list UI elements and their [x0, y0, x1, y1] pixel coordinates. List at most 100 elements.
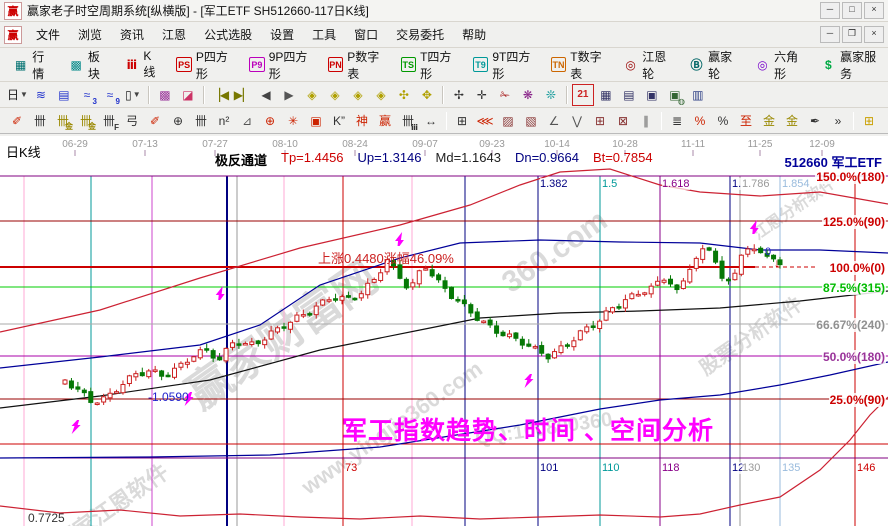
mdi-minimize-button[interactable]: ─ [820, 26, 840, 43]
t-number-button[interactable]: TNT数字表 [544, 43, 614, 87]
t-square-button-label: T四方形 [420, 48, 457, 82]
gann-wheel-button[interactable]: ◎江恩轮 [616, 43, 680, 87]
grid-tool-2[interactable]: 卌 [190, 110, 212, 132]
zigzag-tool[interactable]: ⋁ [566, 110, 588, 132]
quotes-button[interactable]: ▦行情 [6, 43, 60, 87]
measure-icon[interactable]: ✁ [494, 84, 516, 106]
winner-wheel-button[interactable]: Ⓑ赢家轮 [682, 43, 746, 87]
ratio-label: 1.382 [540, 178, 568, 190]
fib-grid-tool-sub: F [114, 123, 119, 132]
mdi-restore-button[interactable]: ❐ [842, 26, 862, 43]
minimize-button[interactable]: ─ [820, 2, 840, 19]
candle-body [63, 380, 67, 384]
gold-level-tool[interactable]: 金 [781, 110, 803, 132]
percent-level-tool[interactable]: 至 [735, 110, 757, 132]
angle-tool[interactable]: ⊿ [236, 110, 258, 132]
menu-资讯[interactable]: 资讯 [111, 23, 153, 46]
trend-scribble-icon[interactable]: ≋ [30, 84, 52, 106]
hexagon-button[interactable]: ◎六角形 [748, 43, 812, 87]
stock-swap-icon[interactable]: ▩ [154, 84, 176, 106]
first-bar-button[interactable]: ▕◀ [209, 84, 231, 106]
gann-circle-tool[interactable]: ⊕ [259, 110, 281, 132]
wave-9-icon[interactable]: ≈9 [99, 84, 121, 106]
save-icon[interactable]: ▣ [641, 84, 663, 106]
shaded-box-tool-2[interactable]: ▧ [520, 110, 542, 132]
next-bar-button[interactable]: ▶ [278, 84, 300, 106]
winner-service-button[interactable]: $赢家服务 [814, 43, 888, 87]
kline-button[interactable]: ⅲK线 [117, 44, 167, 85]
more-tools-chevron[interactable]: » [827, 110, 849, 132]
candles-icon: ⅲ [124, 57, 139, 73]
pan-hand-icon[interactable]: ✢ [448, 84, 470, 106]
percent-line-tool[interactable]: % [689, 110, 711, 132]
square-number-tool[interactable]: n² [213, 110, 235, 132]
count-grid-tool[interactable]: 卌ⅲ [397, 110, 419, 132]
ink-pen-tool[interactable]: ✒ [804, 110, 826, 132]
prev-bar-button[interactable]: ◀ [255, 84, 277, 106]
calendar-21-icon[interactable]: 21 [572, 84, 594, 106]
grid-tool[interactable]: 卌 [29, 110, 51, 132]
fan-lines-tool[interactable]: ⋘ [474, 110, 496, 132]
zoom-diamond-v-icon[interactable]: ◈ [370, 84, 392, 106]
sectors-button[interactable]: ▩板块 [62, 43, 116, 87]
candle-body [553, 352, 557, 358]
shen-tool[interactable]: 神 [351, 110, 373, 132]
spiral-tool[interactable]: 弓 [121, 110, 143, 132]
t-square-button[interactable]: TST四方形 [394, 43, 464, 87]
print-icon[interactable]: ▥ [687, 84, 709, 106]
last-bar-button[interactable]: ▶▏ [232, 84, 254, 106]
kline-mark-tool[interactable]: K” [328, 110, 350, 132]
mdi-close-button[interactable]: × [864, 26, 884, 43]
crosshair-icon[interactable]: ✛ [471, 84, 493, 106]
zoom-diamond-expand-icon[interactable]: ✥ [416, 84, 438, 106]
shaded-box-tool[interactable]: ▨ [497, 110, 519, 132]
price-grid-tool[interactable]: ⊞ [589, 110, 611, 132]
gold-section-tool[interactable]: 金 [758, 110, 780, 132]
zoom-diamond-left-icon[interactable]: ◈ [301, 84, 323, 106]
price-grid-tool-2[interactable]: ⊠ [612, 110, 634, 132]
cycle-tools-icon[interactable]: ❊ [540, 84, 562, 106]
trend-lines-tool[interactable]: ∠ [543, 110, 565, 132]
9p-square-button[interactable]: P99P四方形 [242, 43, 319, 87]
pen-tool-2[interactable]: ✐ [144, 110, 166, 132]
ying-tool[interactable]: 赢 [374, 110, 396, 132]
date-label: 09-07 [412, 139, 438, 150]
gold-grid-tool-2[interactable]: 卌金 [75, 110, 97, 132]
zoom-diamond-h-icon[interactable]: ◈ [347, 84, 369, 106]
report-icon[interactable]: ▤ [618, 84, 640, 106]
square-spiral-tool[interactable]: ▣ [305, 110, 327, 132]
gann-box-tool[interactable]: ⊞ [451, 110, 473, 132]
maximize-button[interactable]: □ [842, 2, 862, 19]
candle-body [546, 354, 550, 359]
p-number-button[interactable]: PNP数字表 [321, 43, 392, 87]
9t-square-button[interactable]: T99T四方形 [466, 43, 542, 87]
pen-tool[interactable]: ✐ [6, 110, 28, 132]
wave-3-icon[interactable]: ≈3 [76, 84, 98, 106]
candle-body [501, 332, 505, 335]
zoom-diamond-compress-icon[interactable]: ✣ [393, 84, 415, 106]
yellow-grid-tool[interactable]: ⊞ [858, 110, 880, 132]
fib-grid-tool[interactable]: 卌F [98, 110, 120, 132]
more-chevron-2[interactable]: » [881, 110, 888, 132]
candle-body [121, 384, 125, 392]
candle-style-selector[interactable]: ▯▼ [122, 84, 144, 106]
gold-grid-tool[interactable]: 卌金 [52, 110, 74, 132]
zoom-diamond-right-icon[interactable]: ◈ [324, 84, 346, 106]
circle-arc-tool[interactable]: ⊕ [167, 110, 189, 132]
parallel-lines-tool[interactable]: ∥ [635, 110, 657, 132]
period-day-selector[interactable]: 日▼ [6, 84, 29, 106]
title-bar[interactable]: 赢 赢家老子时空周期系统[纵横版] - [军工ETF SH512660-117日… [0, 0, 888, 22]
kline-chart-canvas[interactable]: 赢家财富网www.yingjia360.com360.comQQ:1008003… [0, 136, 888, 526]
p-square-button[interactable]: PSP四方形 [169, 43, 240, 87]
save-web-icon[interactable]: ▣◍ [664, 84, 686, 106]
levels-tool[interactable]: ≣ [666, 110, 688, 132]
gann-tools-icon[interactable]: ❋ [517, 84, 539, 106]
info-note-icon[interactable]: ▤ [53, 84, 75, 106]
percent-tool[interactable]: % [712, 110, 734, 132]
star-burst-tool[interactable]: ✳ [282, 110, 304, 132]
hexagon-button-label: 六角形 [774, 48, 805, 82]
flag-chart-icon[interactable]: ◪ [177, 84, 199, 106]
close-button[interactable]: × [864, 2, 884, 19]
calculator-icon[interactable]: ▦ [595, 84, 617, 106]
width-tool[interactable]: ↔ [420, 110, 442, 132]
